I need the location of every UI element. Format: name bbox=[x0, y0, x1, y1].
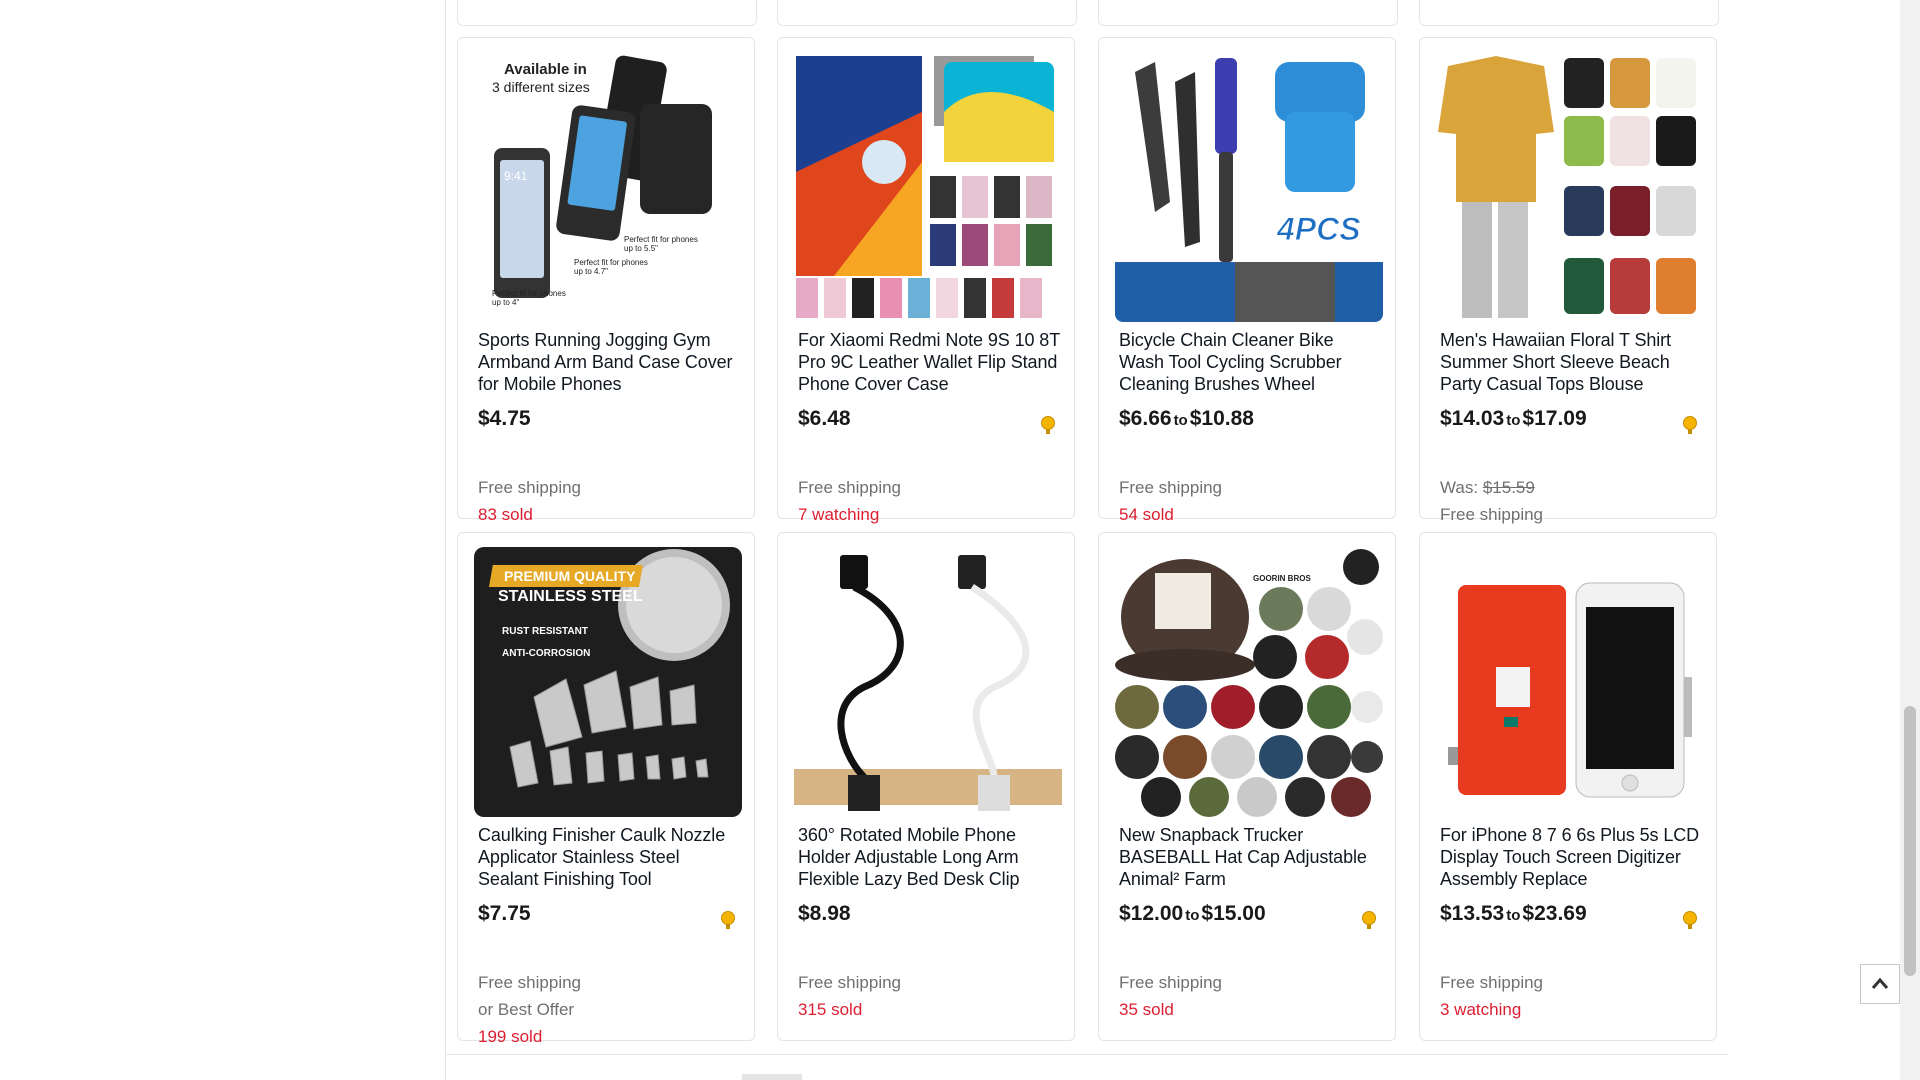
top-rated-badge-icon bbox=[1683, 911, 1697, 929]
caulk-nozzles-image: PREMIUM QUALITY STAINLESS STEEL RUST RES… bbox=[474, 547, 742, 817]
caulk-nozzles-image[interactable]: PREMIUM QUALITY STAINLESS STEEL RUST RES… bbox=[474, 547, 742, 817]
wallet-phone-case-image[interactable] bbox=[794, 52, 1062, 322]
shipping-info: Free shipping bbox=[1119, 973, 1223, 992]
product-card[interactable]: For iPhone 8 7 6 6s Plus 5s LCD Display … bbox=[1419, 532, 1717, 1041]
product-title[interactable]: For Xiaomi Redmi Note 9S 10 8T Pro 9C Le… bbox=[798, 329, 1060, 395]
watching-count: 7 watching bbox=[798, 505, 880, 524]
card-partial[interactable] bbox=[1419, 0, 1719, 26]
shipping-info: Free shipping bbox=[478, 478, 582, 497]
product-card[interactable]: GOORIN BROS New Snapback Trucker BASEBAL… bbox=[1098, 532, 1396, 1041]
scrollbar-thumb[interactable] bbox=[1904, 706, 1916, 976]
top-rated-badge-icon bbox=[1362, 911, 1376, 929]
best-offer-info: or Best Offer bbox=[478, 1000, 575, 1019]
phone-armband-image[interactable]: Available in 3 different sizes 9:41 Perf… bbox=[474, 52, 742, 322]
product-card[interactable]: For Xiaomi Redmi Note 9S 10 8T Pro 9C Le… bbox=[777, 37, 1075, 524]
product-price: $4.75 bbox=[478, 407, 531, 430]
page-scrollbar[interactable] bbox=[1900, 0, 1920, 1080]
svg-text:Perfect fit for phones: Perfect fit for phones bbox=[574, 258, 648, 267]
svg-text:RUST RESISTANT: RUST RESISTANT bbox=[502, 626, 588, 637]
product-price: $12.00 to$15.00 bbox=[1119, 902, 1266, 925]
results-panel-left-border bbox=[445, 0, 446, 1080]
top-rated-badge-icon bbox=[721, 911, 735, 929]
svg-text:up to 4": up to 4" bbox=[492, 298, 519, 307]
svg-text:ANTI-CORROSION: ANTI-CORROSION bbox=[502, 648, 590, 659]
watching-count: 3 watching bbox=[1440, 1000, 1522, 1019]
svg-text:GOORIN BROS: GOORIN BROS bbox=[1253, 574, 1311, 583]
product-price: $6.66 to$10.88 bbox=[1119, 407, 1254, 430]
product-card[interactable]: Available in 3 different sizes 9:41 Perf… bbox=[457, 37, 755, 524]
product-title[interactable]: 360° Rotated Mobile Phone Holder Adjusta… bbox=[798, 824, 1060, 890]
product-title[interactable]: Sports Running Jogging Gym Armband Arm B… bbox=[478, 329, 740, 395]
product-title[interactable]: Bicycle Chain Cleaner Bike Wash Tool Cyc… bbox=[1119, 329, 1381, 395]
hawaiian-shirts-image bbox=[1436, 52, 1704, 322]
shipping-info: Free shipping bbox=[1119, 478, 1223, 497]
chevron-up-icon bbox=[1871, 977, 1889, 989]
product-title[interactable]: New Snapback Trucker BASEBALL Hat Cap Ad… bbox=[1119, 824, 1381, 890]
sold-count: 35 sold bbox=[1119, 1000, 1174, 1019]
product-price: $7.75 bbox=[478, 902, 531, 925]
gooseneck-phone-holder-image bbox=[794, 547, 1062, 817]
shipping-info: Free shipping bbox=[478, 973, 582, 992]
svg-text:3 different sizes: 3 different sizes bbox=[492, 79, 590, 95]
top-rated-badge-icon bbox=[1683, 416, 1697, 434]
svg-text:9:41: 9:41 bbox=[504, 169, 528, 183]
phone-armband-image: Available in 3 different sizes 9:41 Perf… bbox=[474, 52, 742, 322]
wallet-phone-case-image bbox=[794, 52, 1062, 322]
product-card[interactable]: Men's Hawaiian Floral T Shirt Summer Sho… bbox=[1419, 37, 1717, 524]
svg-text:up to 5.5": up to 5.5" bbox=[624, 244, 658, 253]
svg-text:Available in: Available in bbox=[504, 61, 587, 78]
top-rated-badge-icon bbox=[1041, 416, 1055, 434]
svg-text:4PCS: 4PCS bbox=[1276, 211, 1361, 247]
product-title[interactable]: For iPhone 8 7 6 6s Plus 5s LCD Display … bbox=[1440, 824, 1702, 890]
hawaiian-shirts-image[interactable] bbox=[1436, 52, 1704, 322]
trucker-hats-image: GOORIN BROS bbox=[1115, 547, 1383, 817]
product-price: $6.48 bbox=[798, 407, 851, 430]
card-partial[interactable] bbox=[1098, 0, 1398, 26]
chain-cleaner-image: 4PCS bbox=[1115, 52, 1383, 322]
shipping-info: Free shipping bbox=[1440, 505, 1544, 524]
svg-text:PREMIUM QUALITY: PREMIUM QUALITY bbox=[504, 568, 636, 584]
product-price: $13.53 to$23.69 bbox=[1440, 902, 1587, 925]
scroll-to-top-button[interactable] bbox=[1860, 964, 1900, 1004]
iphone-lcd-screen-image[interactable] bbox=[1436, 547, 1704, 817]
shipping-info: Free shipping bbox=[1440, 973, 1544, 992]
card-partial[interactable] bbox=[777, 0, 1077, 26]
product-card[interactable]: 4PCS Bicycle Chain Cleaner Bike Wash Too… bbox=[1098, 37, 1396, 524]
svg-text:STAINLESS STEEL: STAINLESS STEEL bbox=[498, 588, 643, 605]
product-price: $8.98 bbox=[798, 902, 851, 925]
trucker-hats-image[interactable]: GOORIN BROS bbox=[1115, 547, 1383, 817]
sold-count: 315 sold bbox=[798, 1000, 863, 1019]
shipping-info: Free shipping bbox=[798, 973, 902, 992]
product-title[interactable]: Caulking Finisher Caulk Nozzle Applicato… bbox=[478, 824, 740, 890]
sold-count: 199 sold bbox=[478, 1027, 543, 1046]
svg-text:Perfect fit for phones: Perfect fit for phones bbox=[624, 235, 698, 244]
shipping-info: Free shipping bbox=[798, 478, 902, 497]
product-title[interactable]: Men's Hawaiian Floral T Shirt Summer Sho… bbox=[1440, 329, 1702, 395]
svg-text:up to 4.7": up to 4.7" bbox=[574, 267, 608, 276]
was-price: Was: $15.59 bbox=[1440, 478, 1535, 497]
card-partial[interactable] bbox=[457, 0, 757, 26]
pagination-partial[interactable] bbox=[742, 1074, 802, 1080]
product-price: $14.03 to$17.09 bbox=[1440, 407, 1587, 430]
product-card[interactable]: PREMIUM QUALITY STAINLESS STEEL RUST RES… bbox=[457, 532, 755, 1046]
section-divider bbox=[445, 1054, 1728, 1055]
svg-text:Perfect fit for phones: Perfect fit for phones bbox=[492, 289, 566, 298]
iphone-lcd-screen-image bbox=[1436, 547, 1704, 817]
sold-count: 54 sold bbox=[1119, 505, 1174, 524]
gooseneck-phone-holder-image[interactable] bbox=[794, 547, 1062, 817]
product-card[interactable]: 360° Rotated Mobile Phone Holder Adjusta… bbox=[777, 532, 1075, 1041]
sold-count: 83 sold bbox=[478, 505, 533, 524]
chain-cleaner-image[interactable]: 4PCS bbox=[1115, 52, 1383, 322]
